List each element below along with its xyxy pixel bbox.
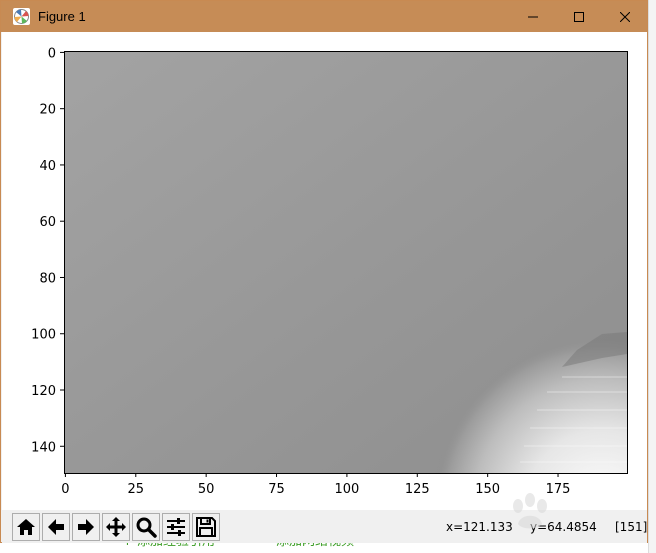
y-tick-label: 120 <box>31 384 56 399</box>
x-tick-label: 75 <box>268 482 285 497</box>
forward-button[interactable] <box>72 513 100 541</box>
y-tick-label: 140 <box>31 440 56 455</box>
x-axis: 0 25 50 75 100 125 150 175 <box>61 473 570 497</box>
forward-icon <box>78 519 94 535</box>
home-button[interactable] <box>12 513 40 541</box>
x-tick-label: 150 <box>475 482 500 497</box>
zoom-button[interactable] <box>132 513 160 541</box>
y-tick-label: 100 <box>31 328 56 343</box>
x-tick-label: 0 <box>61 482 69 497</box>
back-button[interactable] <box>42 513 70 541</box>
title-bar[interactable]: Figure 1 <box>1 1 647 32</box>
home-icon <box>17 519 35 535</box>
pixel-value-readout: [151] <box>615 520 648 534</box>
close-icon <box>620 11 630 22</box>
y-tick-label: 80 <box>39 271 56 286</box>
configure-subplots-icon <box>167 518 185 536</box>
x-tick-label: 175 <box>546 482 571 497</box>
matplotlib-figure-icon <box>13 8 30 25</box>
maximize-icon <box>574 11 584 22</box>
configure-subplots-button[interactable] <box>162 513 190 541</box>
y-tick-label: 40 <box>39 159 56 174</box>
window-title: Figure 1 <box>38 9 86 24</box>
plot-area[interactable]: 0 25 50 75 100 125 150 175 0 20 40 60 80 100 120 140 <box>2 32 647 510</box>
x-tick-label: 125 <box>405 482 430 497</box>
grayscale-image <box>64 51 627 473</box>
x-tick-label: 50 <box>198 482 215 497</box>
zoom-icon <box>136 517 157 538</box>
y-tick-label: 20 <box>39 103 56 118</box>
minimize-icon <box>528 16 538 17</box>
pan-icon <box>106 517 126 537</box>
close-button[interactable] <box>602 1 648 32</box>
x-tick-label: 100 <box>334 482 359 497</box>
save-icon <box>196 517 216 537</box>
save-button[interactable] <box>192 513 220 541</box>
y-axis: 0 20 40 60 80 100 120 140 <box>31 46 64 455</box>
cursor-x-readout: x=121.133 <box>446 520 513 534</box>
navigation-toolbar: x=121.133 y=64.4854 [151] <box>2 510 647 543</box>
x-tick-label: 25 <box>128 482 145 497</box>
background-scrollbar-strip <box>648 0 656 553</box>
y-tick-label: 60 <box>39 215 56 230</box>
y-tick-label: 0 <box>48 46 56 61</box>
figure-window: Figure 1 0 25 50 75 100 125 150 175 0 20… <box>0 0 648 543</box>
maximize-button[interactable] <box>556 1 602 32</box>
minimize-button[interactable] <box>510 1 556 32</box>
pan-button[interactable] <box>102 513 130 541</box>
figure-canvas[interactable]: 0 25 50 75 100 125 150 175 0 20 40 60 80 100 120 140 <box>2 32 647 510</box>
cursor-y-readout: y=64.4854 <box>530 520 597 534</box>
back-icon <box>48 519 64 535</box>
